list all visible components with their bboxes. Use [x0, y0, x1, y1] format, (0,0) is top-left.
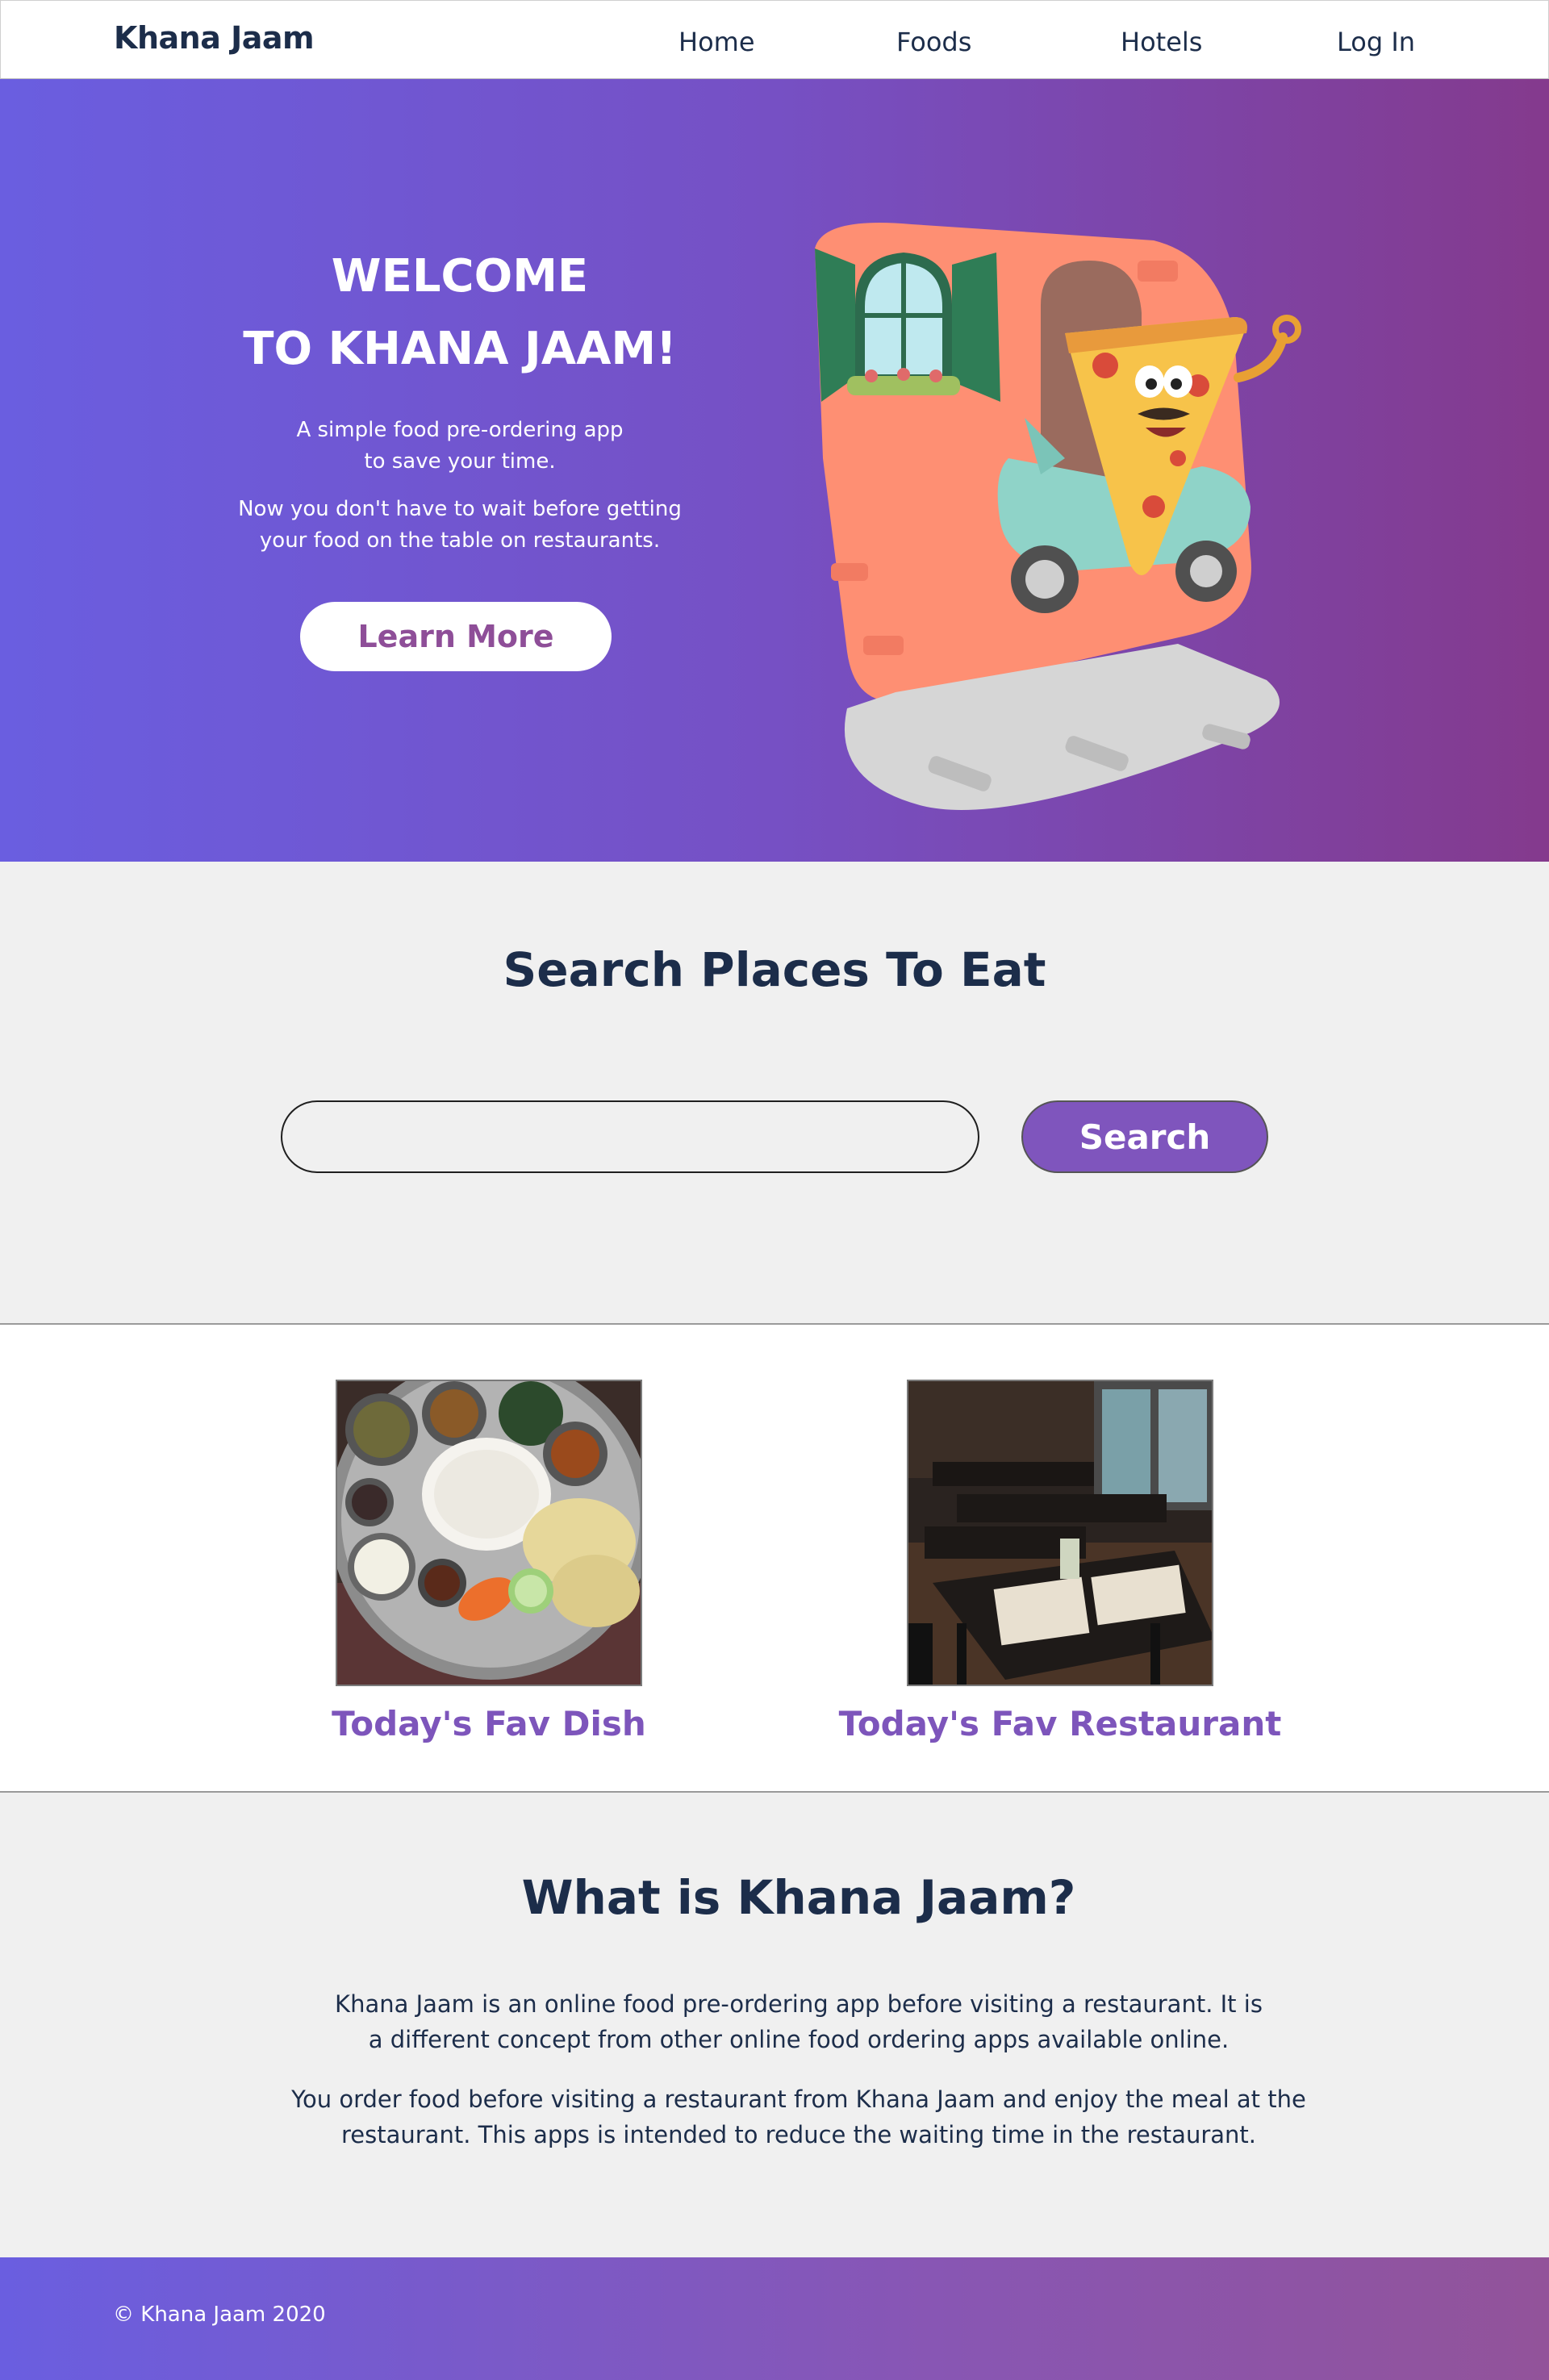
hero-title-line2: TO KHANA JAAM!	[243, 323, 677, 375]
favorites-section: Today's Fav Dish Today's Fav Restaurant	[0, 1325, 1549, 1793]
search-section: Search Places To Eat Search	[0, 862, 1549, 1325]
copyright-text: © Khana Jaam 2020	[113, 2303, 326, 2327]
fav-restaurant-label[interactable]: Today's Fav Restaurant	[818, 1704, 1302, 1743]
hero-description-1b: to save your time.	[364, 449, 556, 474]
nav-link-login[interactable]: Log In	[1337, 27, 1415, 57]
learn-more-button[interactable]: Learn More	[300, 602, 612, 671]
fav-dish-image[interactable]	[336, 1380, 642, 1686]
search-button[interactable]: Search	[1021, 1100, 1268, 1173]
nav-link-hotels[interactable]: Hotels	[1121, 27, 1202, 57]
fav-restaurant-image[interactable]	[907, 1380, 1213, 1686]
fav-dish-label[interactable]: Today's Fav Dish	[287, 1704, 691, 1743]
about-heading: What is Khana Jaam?	[521, 1870, 1076, 1925]
about-paragraph-2a: You order food before visiting a restaur…	[291, 2086, 1306, 2113]
hero-title-line1: WELCOME	[331, 250, 589, 303]
hero-section: WELCOME TO KHANA JAAM! A simple food pre…	[0, 79, 1549, 862]
nav-link-home[interactable]: Home	[678, 27, 755, 57]
about-paragraph-2b: restaurant. This apps is intended to red…	[341, 2121, 1256, 2148]
about-section: What is Khana Jaam? Khana Jaam is an onl…	[0, 1793, 1549, 2257]
brand-logo[interactable]: Khana Jaam	[114, 20, 315, 56]
about-paragraph-1a: Khana Jaam is an online food pre-orderin…	[335, 1990, 1263, 2018]
hero-description-1a: A simple food pre-ordering app	[296, 418, 624, 442]
about-paragraph-1b: a different concept from other online fo…	[368, 2026, 1230, 2053]
hero-description-2a: Now you don't have to wait before gettin…	[238, 497, 682, 521]
hero-description-2b: your food on the table on restaurants.	[259, 528, 661, 553]
top-navbar: Khana Jaam Home Foods Hotels Log In	[0, 0, 1549, 79]
search-input[interactable]	[281, 1100, 979, 1173]
search-heading: Search Places To Eat	[503, 942, 1046, 997]
footer: © Khana Jaam 2020	[0, 2257, 1549, 2380]
nav-link-foods[interactable]: Foods	[896, 27, 971, 57]
pizza-scooter-illustration	[815, 223, 1301, 810]
